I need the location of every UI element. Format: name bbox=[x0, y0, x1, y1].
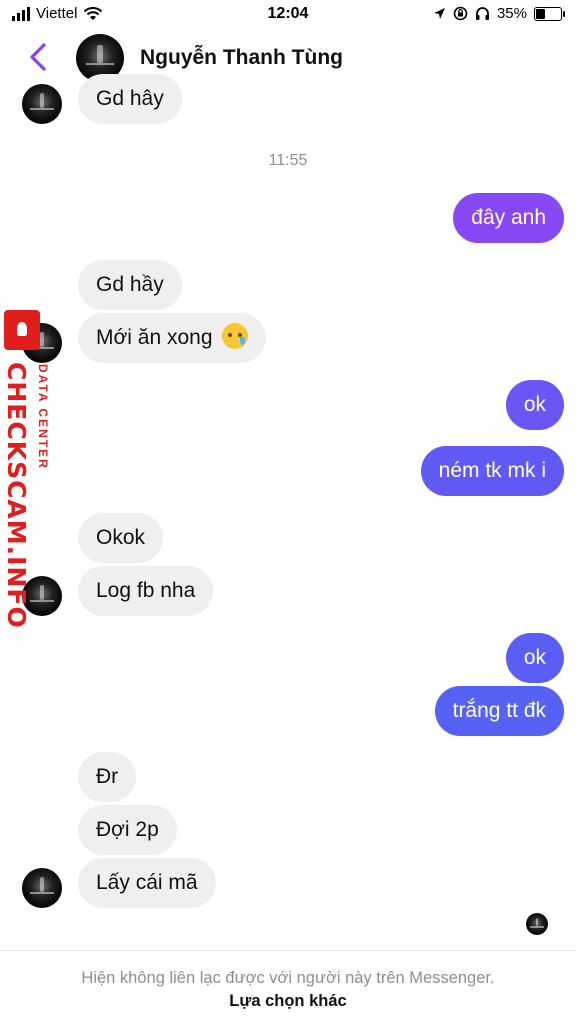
watermark-sub: DATA CENTER bbox=[36, 364, 50, 470]
other-options-link[interactable]: Lựa chọn khác bbox=[0, 992, 576, 1011]
shield-lock-icon bbox=[4, 310, 40, 350]
unavailable-notice: Hiện không liên lạc được với người này t… bbox=[81, 969, 495, 987]
headphones-icon bbox=[475, 7, 489, 20]
unavailable-footer: Hiện không liên lạc được với người này t… bbox=[0, 950, 576, 1025]
battery-icon bbox=[534, 6, 565, 21]
message-outgoing[interactable]: ok bbox=[505, 380, 564, 430]
status-bar: Viettel 12:04 35% bbox=[0, 0, 576, 30]
sender-avatar[interactable] bbox=[22, 868, 62, 908]
message-outgoing[interactable]: trắng tt đk bbox=[434, 686, 564, 736]
status-right: 35% bbox=[433, 5, 565, 22]
battery-level bbox=[536, 8, 546, 19]
message-outgoing[interactable]: đây anh bbox=[453, 193, 564, 243]
battery-percent: 35% bbox=[496, 5, 527, 22]
message-incoming[interactable]: Đr bbox=[78, 752, 137, 802]
message-outgoing[interactable]: ném tk mk i bbox=[420, 446, 564, 496]
message-incoming[interactable]: Gd hầy bbox=[78, 260, 182, 310]
message-incoming[interactable]: Đợi 2p bbox=[78, 805, 177, 855]
crying-face-emoji bbox=[222, 323, 249, 349]
location-icon bbox=[433, 8, 445, 19]
message-incoming[interactable]: Mới ăn xong bbox=[78, 313, 267, 363]
chevron-left-icon[interactable] bbox=[28, 42, 48, 78]
contact-name[interactable]: Nguyễn Thanh Tùng bbox=[140, 46, 343, 70]
message-incoming[interactable]: Okok bbox=[78, 513, 164, 563]
message-incoming[interactable]: Gd hây bbox=[78, 74, 182, 124]
watermark: CHECKSCAM.INFO DATA CENTER bbox=[2, 310, 56, 629]
sender-avatar[interactable] bbox=[22, 84, 62, 124]
message-incoming[interactable]: Lấy cái mã bbox=[78, 858, 216, 908]
watermark-main: CHECKSCAM.INFO bbox=[2, 362, 31, 629]
orientation-lock-icon bbox=[453, 6, 468, 21]
read-receipt-avatar bbox=[526, 913, 548, 935]
message-text: Mới ăn xong bbox=[96, 326, 213, 349]
message-outgoing[interactable]: ok bbox=[505, 633, 564, 683]
message-incoming[interactable]: Log fb nha bbox=[78, 566, 214, 616]
message-timestamp: 11:55 bbox=[268, 152, 308, 169]
